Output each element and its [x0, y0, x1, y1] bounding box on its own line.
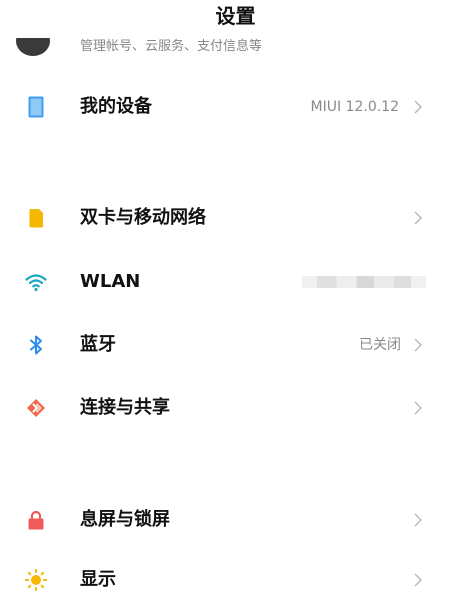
sim-card-icon	[29, 209, 43, 228]
chevron-right-icon	[414, 513, 422, 527]
settings-item-sim-network[interactable]: 双卡与移动网络	[0, 194, 471, 242]
page-title: 设置	[215, 4, 256, 28]
settings-item-label: WLAN	[80, 271, 141, 292]
settings-item-label: 息屏与锁屏	[80, 509, 170, 530]
settings-item-lock-screen[interactable]: 息屏与锁屏	[0, 496, 471, 544]
chevron-right-icon	[414, 211, 422, 225]
avatar	[16, 38, 50, 56]
header: 设置	[0, 0, 471, 34]
settings-item-label: 双卡与移动网络	[80, 207, 206, 228]
settings-item-value: 已关闭	[359, 337, 401, 353]
chevron-right-icon	[414, 338, 422, 352]
chevron-right-icon	[414, 573, 422, 587]
settings-item-label: 显示	[80, 569, 116, 590]
lock-icon	[28, 510, 44, 530]
settings-item-label: 我的设备	[80, 96, 152, 117]
settings-item-label: 蓝牙	[80, 334, 116, 355]
wifi-icon	[25, 274, 47, 292]
settings-item-wlan[interactable]: WLAN	[0, 258, 471, 306]
connection-sharing-icon	[27, 399, 45, 417]
settings-item-value: MIUI 12.0.12	[310, 99, 399, 115]
settings-item-display[interactable]: 显示	[0, 556, 471, 604]
chevron-right-icon	[414, 401, 422, 415]
account-row[interactable]: 管理帐号、云服务、支付信息等	[0, 38, 471, 62]
settings-item-bluetooth[interactable]: 蓝牙 已关闭	[0, 321, 471, 369]
device-icon	[28, 96, 44, 118]
wlan-network-name-redacted	[302, 276, 426, 288]
sun-icon	[25, 569, 47, 591]
settings-item-label: 连接与共享	[80, 397, 170, 418]
bluetooth-icon	[30, 335, 42, 355]
settings-item-my-device[interactable]: 我的设备 MIUI 12.0.12	[0, 83, 471, 131]
chevron-right-icon	[414, 100, 422, 114]
settings-item-connection-sharing[interactable]: 连接与共享	[0, 384, 471, 432]
account-description: 管理帐号、云服务、支付信息等	[80, 39, 263, 54]
